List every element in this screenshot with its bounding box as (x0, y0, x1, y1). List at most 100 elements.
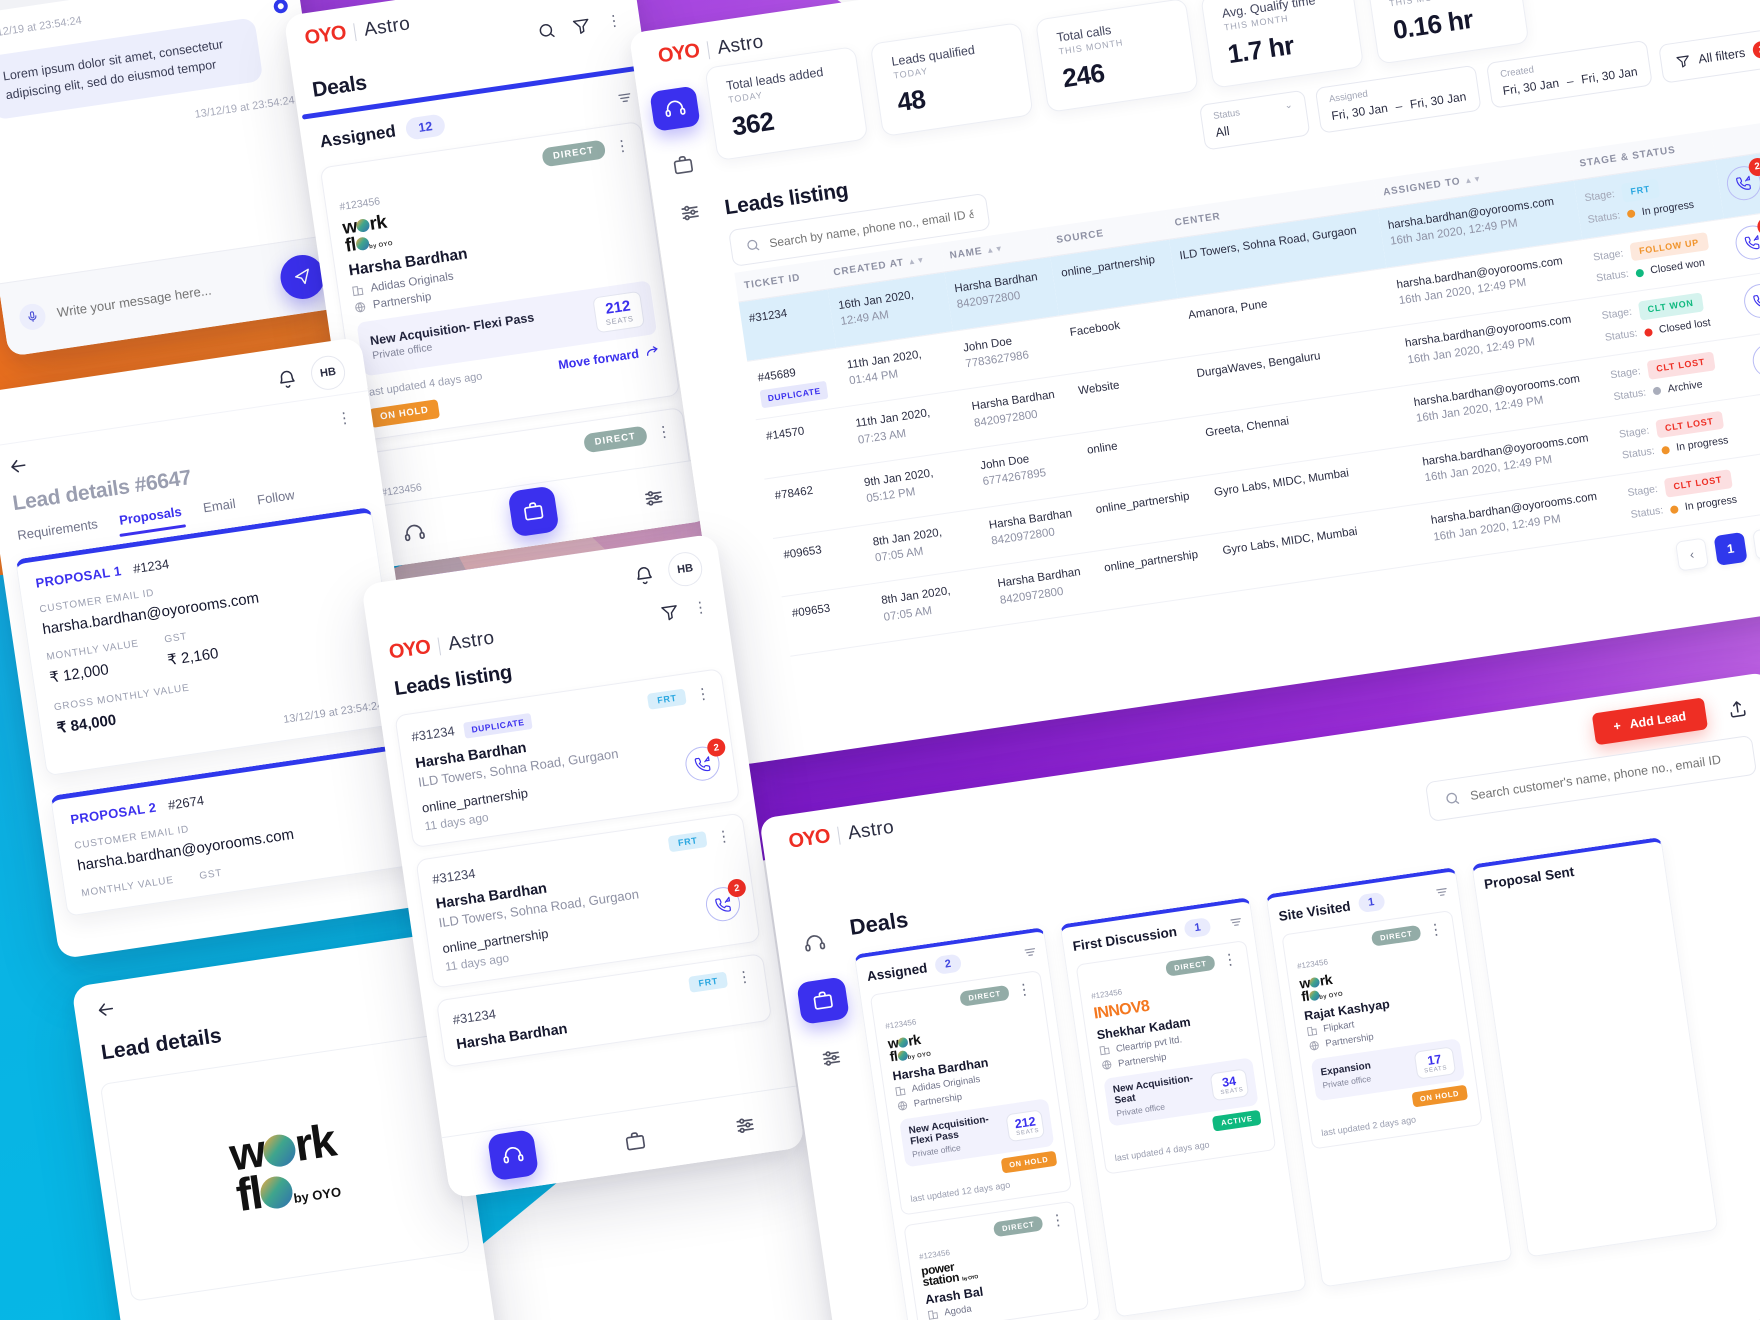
more-vertical-icon[interactable]: ⋮ (605, 12, 622, 31)
tab-requirements[interactable]: Requirements (16, 516, 98, 543)
deal-card[interactable]: DIRECT ⋮ #123456 power station by OYO Arash B… (903, 1200, 1090, 1320)
deal-card[interactable]: DIRECT ⋮ #123456 INNOV8 Shekhar Kadam Cleartr… (1075, 940, 1277, 1175)
call-button[interactable]: 4 (1741, 282, 1760, 321)
deal-updated: last updated 4 days ago (365, 370, 484, 400)
arrow-left-icon[interactable] (93, 997, 118, 1022)
duplicate-tag: DUPLICATE (463, 713, 533, 739)
call-button[interactable]: 2 (683, 737, 727, 783)
proposal-card[interactable]: PROPOSAL 2 #2674 CUSTOMER EMAIL ID harsh… (49, 743, 424, 917)
proposal-card[interactable]: PROPOSAL 1 #1234 CUSTOMER EMAIL ID harsh… (14, 506, 404, 777)
avatar[interactable]: HB (665, 549, 705, 589)
source-chip: DIRECT (993, 1215, 1044, 1238)
seats-badge: 17 SEATS (1413, 1046, 1457, 1080)
upload-icon[interactable] (1726, 697, 1749, 720)
page-prev-button[interactable]: ‹ (1675, 537, 1710, 572)
deal-card[interactable]: DIRECT ⋮ #123456 w rk fl by OYO Rajat Kashyap Fl… (1281, 909, 1483, 1150)
source-chip: DIRECT (1165, 954, 1216, 977)
avatar[interactable]: HB (308, 353, 348, 393)
call-button[interactable]: 2 (1724, 156, 1760, 203)
tab-email[interactable]: Email (202, 496, 236, 516)
more-vertical-icon[interactable]: ⋮ (655, 422, 672, 441)
funnel-icon[interactable] (571, 15, 593, 37)
kpi-card: Total leads added TODAY 362 (704, 46, 869, 162)
sort-icon[interactable] (1022, 944, 1038, 960)
status-label: Closed won (1649, 257, 1706, 277)
lead-ticket-id: #31234 (451, 1005, 497, 1027)
tab-follow-up[interactable]: Follow (256, 487, 295, 507)
sidebar-item-deals[interactable] (671, 153, 696, 178)
kpi-value: 48 (895, 83, 928, 118)
read-status-icon (272, 0, 289, 15)
call-button[interactable]: 1 (1732, 215, 1760, 262)
call-button[interactable]: 2 (703, 877, 747, 924)
kpi-card: Avg. Qualify time THIS MONTH 1.7 hr (1200, 0, 1365, 89)
tab-deals[interactable] (507, 484, 560, 538)
product-name: Astro (716, 30, 765, 59)
product-name: Astro (846, 816, 896, 844)
status-label: Archive (1666, 378, 1704, 396)
seats-badge: 212 SEATS (1005, 1109, 1046, 1143)
call-button[interactable]: 2 (1750, 341, 1760, 380)
search-icon[interactable] (536, 20, 558, 42)
more-vertical-icon[interactable]: ⋮ (336, 408, 353, 427)
more-vertical-icon[interactable]: ⋮ (736, 967, 753, 986)
more-vertical-icon[interactable]: ⋮ (1015, 981, 1032, 1000)
kanban-column: Proposal Sent (1471, 836, 1719, 1258)
page-1-button[interactable]: 1 (1713, 531, 1748, 566)
status-label: In progress (1684, 493, 1738, 514)
status-dot (1643, 327, 1653, 337)
sidebar-item-deals[interactable] (796, 976, 850, 1025)
tab-calls[interactable] (401, 520, 426, 545)
chat-message-input[interactable] (56, 274, 270, 321)
more-vertical-icon[interactable]: ⋮ (692, 598, 709, 617)
move-forward-button[interactable]: Move forward (557, 343, 660, 373)
deal-card[interactable]: DIRECT ⋮ #123456 wrkflby OYO Harsha Bard… (319, 120, 681, 442)
tab-filters[interactable] (733, 1112, 758, 1137)
stage-badge: CLT LOST (1663, 469, 1733, 498)
deal-card[interactable]: DIRECT ⋮ #123456 w rk fl by OYO Harsha Bardhan A… (869, 970, 1073, 1216)
status-badge: ACTIVE (1212, 1109, 1262, 1132)
more-vertical-icon[interactable]: ⋮ (1427, 920, 1444, 939)
showcase-canvas: on January 21, 2020 at 13/12/19 at 23:54… (0, 0, 1760, 1320)
status-label: Closed lost (1658, 316, 1712, 336)
stage-badge: FRT (668, 830, 708, 853)
sidebar-item-filters[interactable] (678, 200, 703, 225)
more-vertical-icon[interactable]: ⋮ (1221, 950, 1238, 969)
more-vertical-icon[interactable]: ⋮ (614, 137, 631, 156)
sort-icon[interactable] (616, 89, 634, 107)
building-icon (927, 1308, 941, 1320)
sidebar-item-calls[interactable] (802, 931, 827, 956)
oyo-logo: OYO (787, 825, 831, 853)
tab-deals[interactable] (623, 1128, 648, 1153)
sort-arrows-icon: ▲▼ (985, 243, 1005, 256)
tab-proposals[interactable]: Proposals (118, 504, 182, 528)
column-count: 1 (1356, 891, 1386, 914)
page-2-button[interactable]: 2 (1752, 526, 1760, 561)
all-filters-button[interactable]: All filters 2 (1657, 27, 1760, 84)
arrow-left-icon[interactable] (6, 454, 31, 479)
status-dot (1652, 386, 1662, 396)
stage-badge: CLT LOST (1654, 410, 1724, 439)
tab-calls[interactable] (486, 1128, 539, 1181)
sidebar-item-calls[interactable] (649, 85, 701, 132)
more-vertical-icon[interactable]: ⋮ (694, 684, 711, 703)
more-vertical-icon[interactable]: ⋮ (1049, 1211, 1066, 1230)
sort-icon[interactable] (1228, 914, 1244, 930)
sort-icon[interactable] (1434, 884, 1450, 900)
bell-icon[interactable] (275, 367, 299, 391)
kpi-value: 0.16 hr (1391, 3, 1475, 46)
proposal-name: PROPOSAL 1 (34, 563, 123, 591)
funnel-icon[interactable] (659, 602, 681, 624)
column-count: 2 (933, 953, 963, 976)
sidebar-item-filters[interactable] (819, 1046, 844, 1071)
bell-icon[interactable] (632, 563, 656, 587)
column-name: Site Visited (1277, 898, 1352, 924)
proposal-name: PROPOSAL 2 (69, 799, 158, 828)
search-icon (1443, 790, 1461, 808)
more-vertical-icon[interactable]: ⋮ (715, 827, 732, 846)
tab-filters[interactable] (642, 485, 667, 510)
microphone-icon[interactable] (17, 301, 48, 332)
sort-arrows-icon: ▲▼ (1463, 174, 1483, 186)
column-count: 1 (1183, 917, 1212, 939)
column-count: 12 (404, 113, 447, 141)
